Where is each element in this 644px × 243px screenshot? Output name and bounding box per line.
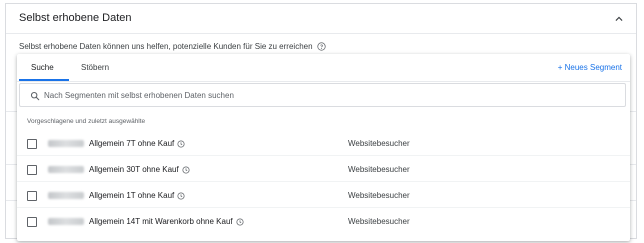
tab-search[interactable]: Suche [31,63,54,72]
list-item[interactable]: Allgemein 30T ohne Kauf Websitebesucher [17,156,630,182]
segment-name: Allgemein 30T ohne Kauf [48,165,190,174]
description-text: Selbst erhobene Daten können uns helfen,… [19,42,313,51]
clock-icon [182,165,190,174]
segment-type: Websitebesucher [348,191,410,200]
panel-description: Selbst erhobene Daten können uns helfen,… [19,42,326,51]
section-label-suggested: Vorgeschlagene und zuletzt ausgewählte [27,118,146,125]
segment-checkbox[interactable] [27,217,37,227]
segment-name: Allgemein 14T mit Warenkorb ohne Kauf [48,217,244,226]
segment-checkbox[interactable] [27,139,37,149]
list-item[interactable]: Allgemein 7T ohne Kauf Websitebesucher [17,130,630,156]
segment-search-input[interactable] [44,89,604,102]
segment-label: Allgemein 7T ohne Kauf [89,139,175,148]
redacted-prefix [48,140,84,147]
panel-header[interactable]: Selbst erhobene Daten [6,4,636,34]
segment-name: Allgemein 7T ohne Kauf [48,139,185,148]
chevron-up-icon[interactable] [612,12,626,26]
clock-icon [236,217,244,226]
tab-bar: Suche Stöbern + Neues Segment [17,54,630,82]
help-circle-icon[interactable] [316,42,326,51]
segment-label: Allgemein 1T ohne Kauf [89,191,175,200]
new-segment-button[interactable]: + Neues Segment [558,63,622,72]
redacted-prefix [48,218,84,225]
segment-type: Websitebesucher [348,139,410,148]
segment-checkbox[interactable] [27,191,37,201]
segment-label: Allgemein 14T mit Warenkorb ohne Kauf [89,217,233,226]
panel-title: Selbst erhobene Daten [19,12,132,24]
tab-browse[interactable]: Stöbern [81,63,109,72]
redacted-prefix [48,166,84,173]
search-icon [30,91,40,101]
list-item[interactable]: Allgemein 1T ohne Kauf Websitebesucher [17,182,630,208]
clock-icon [177,139,185,148]
segment-checkbox[interactable] [27,165,37,175]
redacted-prefix [48,192,84,199]
segment-type: Websitebesucher [348,165,410,174]
active-tab-indicator [19,79,69,81]
list-item[interactable]: Allgemein 14T mit Warenkorb ohne Kauf We… [17,208,630,234]
segment-type: Websitebesucher [348,217,410,226]
segment-label: Allgemein 30T ohne Kauf [89,165,179,174]
segment-picker-dropdown: Suche Stöbern + Neues Segment Vorgeschla… [17,54,630,241]
segment-search-box[interactable] [19,83,626,107]
segment-name: Allgemein 1T ohne Kauf [48,191,185,200]
clock-icon [177,191,185,200]
